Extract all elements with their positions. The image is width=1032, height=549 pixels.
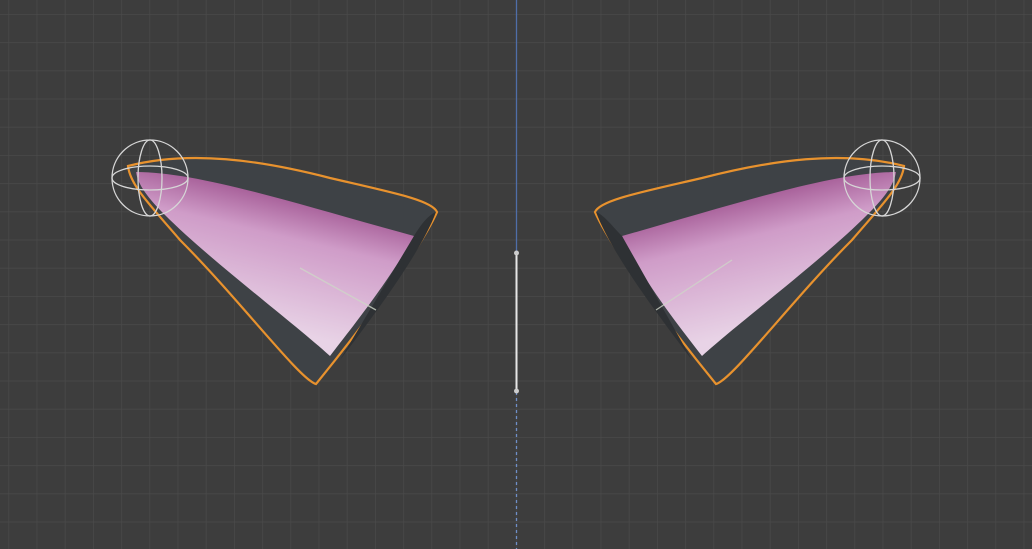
viewport-canvas[interactable] xyxy=(0,0,1032,549)
bone-tail[interactable] xyxy=(514,388,519,394)
bone-head[interactable] xyxy=(514,250,519,256)
3d-viewport[interactable] xyxy=(0,0,1032,549)
